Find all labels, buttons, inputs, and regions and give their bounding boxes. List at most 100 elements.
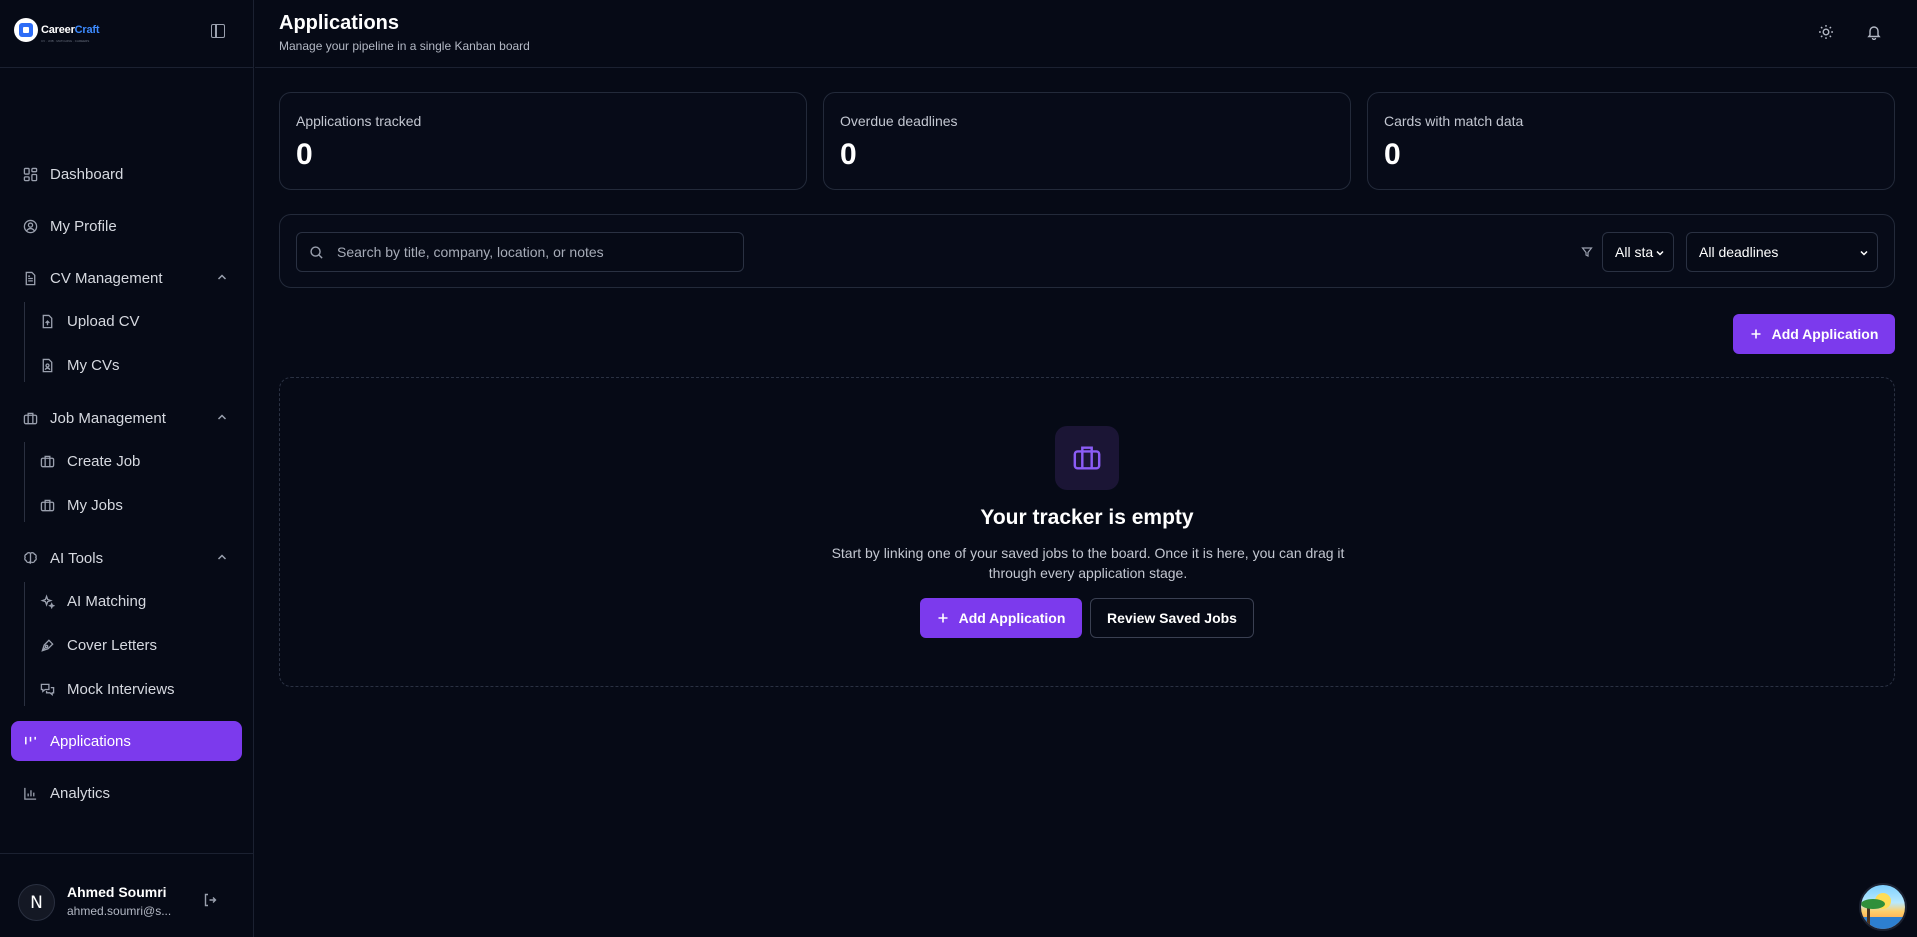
review-saved-jobs-label: Review Saved Jobs [1107, 610, 1237, 626]
review-saved-jobs-button[interactable]: Review Saved Jobs [1090, 598, 1254, 638]
empty-add-application-button[interactable]: Add Application [920, 598, 1082, 638]
stat-value: 0 [1384, 138, 1401, 171]
sidebar-item-label: Dashboard [50, 165, 124, 183]
sidebar: CareerCraft CV · JOB · MATCHING · CAREER… [0, 0, 254, 937]
chevron-up-icon [217, 414, 227, 420]
empty-state-panel: Your tracker is empty Start by linking o… [279, 377, 1895, 687]
briefcase-icon [40, 499, 55, 511]
add-application-button[interactable]: Add Application [1733, 314, 1895, 354]
sidebar-item-my-jobs[interactable]: My Jobs [28, 487, 238, 523]
sidebar-item-label: Applications [50, 732, 131, 750]
document-icon [25, 271, 36, 285]
sun-icon[interactable] [1818, 24, 1834, 40]
filter-icon [1581, 247, 1593, 257]
chevron-down-icon [1860, 250, 1868, 256]
app-root: CareerCraft CV · JOB · MATCHING · CAREER… [0, 0, 1917, 937]
sidebar-item-label: Upload CV [67, 312, 140, 330]
user-email: ahmed.soumri@s... [67, 904, 172, 918]
status-filter-value: All sta [1615, 244, 1654, 260]
file-upload-icon [42, 314, 53, 328]
stat-label: Cards with match data [1384, 113, 1524, 129]
empty-state-title: Your tracker is empty [980, 506, 1194, 529]
sidebar-item-label: Analytics [50, 784, 111, 802]
stat-value: 0 [296, 138, 313, 171]
bell-icon[interactable] [1866, 24, 1882, 40]
add-application-label: Add Application [1771, 326, 1879, 342]
avatar[interactable]: N [18, 884, 55, 921]
sidebar-item-upload-cv[interactable]: Upload CV [28, 303, 238, 339]
sidebar-item-create-job[interactable]: Create Job [28, 443, 238, 479]
logo[interactable]: CareerCraft CV · JOB · MATCHING · CAREER… [14, 18, 100, 43]
file-user-icon [42, 358, 53, 372]
palm-leaf-graphic [1861, 899, 1885, 909]
sidebar-item-label: Cover Letters [67, 636, 158, 654]
sparkles-icon [40, 593, 55, 609]
empty-state-text: Start by linking one of your saved jobs … [831, 545, 1345, 581]
bar-chart-icon [24, 787, 37, 800]
sidebar-item-cv-management[interactable]: CV Management [11, 258, 242, 298]
logo-tagline: CV · JOB · MATCHING · CAREERS [41, 39, 90, 43]
stat-label: Applications tracked [296, 113, 422, 129]
sidebar-item-applications[interactable]: Applications [11, 721, 242, 761]
sidebar-item-dashboard[interactable]: Dashboard [11, 154, 242, 194]
page-title: Applications [279, 12, 400, 34]
stat-card-applications-tracked: Applications tracked 0 [279, 92, 807, 190]
sidebar-toggle-icon[interactable] [211, 24, 225, 38]
sidebar-item-label: Job Management [50, 409, 166, 427]
user-panel: N Ahmed Soumri ahmed.soumri@s... [0, 853, 254, 937]
search-input[interactable] [337, 233, 737, 271]
briefcase-icon [23, 412, 38, 424]
sidebar-item-ai-matching[interactable]: AI Matching [28, 583, 238, 619]
briefcase-icon [40, 455, 55, 467]
chat-bubbles-icon [40, 683, 55, 696]
chevron-up-icon [217, 554, 227, 560]
plus-icon [1751, 329, 1761, 339]
stat-value: 0 [840, 138, 857, 171]
submenu-line [24, 582, 25, 706]
logo-mark-icon [14, 18, 38, 42]
sidebar-item-my-cvs[interactable]: My CVs [28, 347, 238, 383]
filter-bar: All sta All deadlines [279, 214, 1895, 288]
deadline-filter-value: All deadlines [1699, 244, 1779, 260]
brain-icon [24, 551, 37, 564]
sidebar-item-ai-tools[interactable]: AI Tools [11, 538, 242, 578]
sidebar-item-mock-interviews[interactable]: Mock Interviews [28, 671, 238, 707]
stat-label: Overdue deadlines [840, 113, 958, 129]
briefcase-icon [1055, 426, 1119, 490]
search-box[interactable] [296, 232, 744, 272]
page-header: Applications Manage your pipeline in a s… [255, 0, 1917, 68]
sidebar-header: CareerCraft CV · JOB · MATCHING · CAREER… [0, 0, 253, 68]
search-icon [310, 246, 323, 259]
submenu-line [24, 302, 25, 382]
sidebar-item-label: AI Matching [67, 592, 147, 610]
sidebar-item-analytics[interactable]: Analytics [11, 773, 242, 813]
sidebar-item-label: Mock Interviews [67, 680, 175, 698]
logo-text: CareerCraft [41, 24, 100, 36]
user-name: Ahmed Soumri [67, 884, 167, 900]
sidebar-item-label: CV Management [50, 269, 163, 287]
status-filter-select[interactable]: All sta [1602, 232, 1674, 272]
chevron-down-icon [1656, 250, 1664, 256]
logo-text-career: Career [41, 24, 75, 36]
logout-icon[interactable] [202, 892, 218, 908]
sidebar-item-label: My Profile [50, 217, 117, 235]
kanban-icon [25, 736, 36, 744]
sidebar-item-my-profile[interactable]: My Profile [11, 206, 242, 246]
stat-card-overdue-deadlines: Overdue deadlines 0 [823, 92, 1351, 190]
sidebar-item-cover-letters[interactable]: Cover Letters [28, 627, 238, 663]
plus-icon [938, 613, 948, 623]
sidebar-item-label: Create Job [67, 452, 141, 470]
chevron-up-icon [217, 274, 227, 280]
page-subtitle: Manage your pipeline in a single Kanban … [279, 39, 530, 53]
deadline-filter-select[interactable]: All deadlines [1686, 232, 1878, 272]
sidebar-item-label: My Jobs [67, 496, 123, 514]
submenu-line [24, 442, 25, 522]
pen-tool-icon [41, 638, 54, 652]
sidebar-item-job-management[interactable]: Job Management [11, 398, 242, 438]
assistant-avatar-button[interactable] [1859, 883, 1907, 931]
stat-card-match-data: Cards with match data 0 [1367, 92, 1895, 190]
logo-text-craft: Craft [74, 24, 100, 36]
sidebar-item-label: AI Tools [50, 549, 104, 567]
user-circle-icon [23, 219, 38, 233]
dashboard-icon [23, 167, 38, 181]
